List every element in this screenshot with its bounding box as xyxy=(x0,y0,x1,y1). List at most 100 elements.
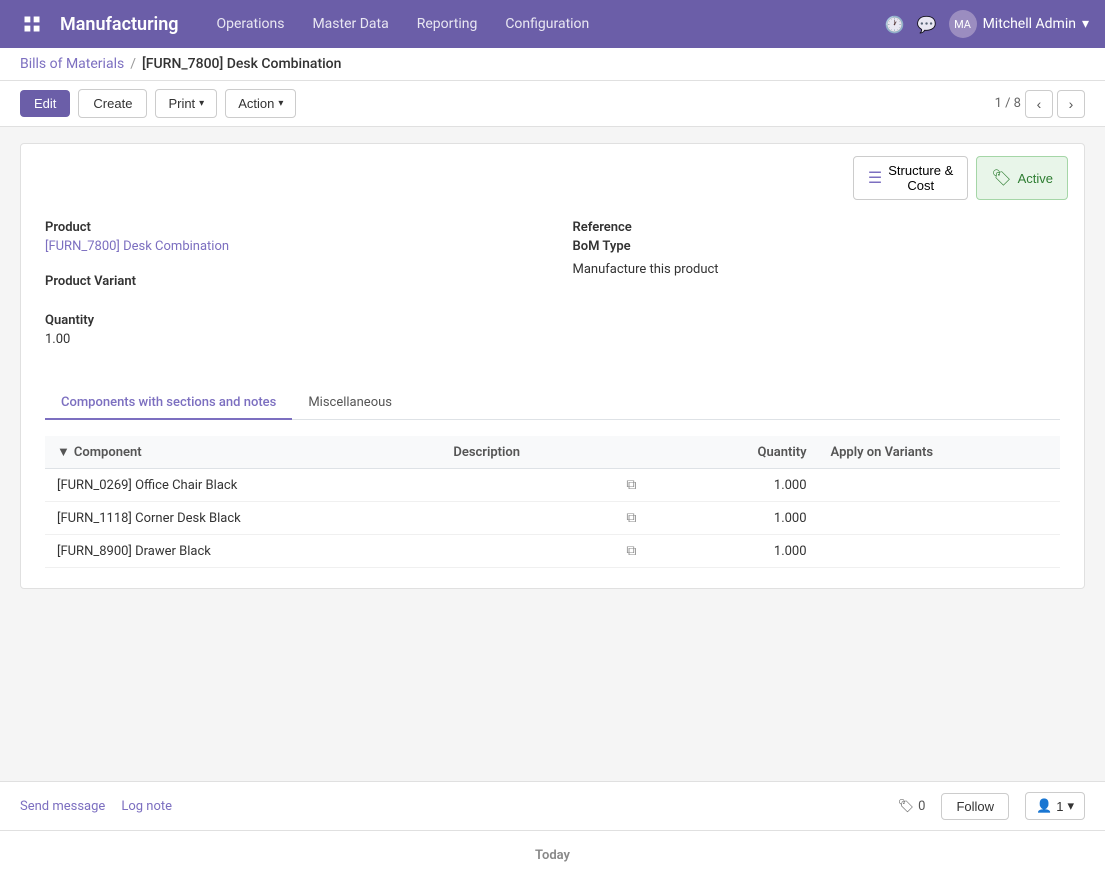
structure-cost-label: Structure &Cost xyxy=(888,163,953,193)
quantity-0: 1.000 xyxy=(679,469,818,502)
quantity-2: 1.000 xyxy=(679,535,818,568)
component-name-0[interactable]: [FURN_0269] Office Chair Black xyxy=(45,469,441,502)
tag-count-value: 0 xyxy=(918,799,925,814)
nav-operations[interactable]: Operations xyxy=(203,0,299,48)
copy-icon-0[interactable]: ⧉ xyxy=(614,469,679,502)
reference-bom-row: Reference BoM Type Manufacture this prod… xyxy=(573,220,1061,277)
breadcrumb-parent[interactable]: Bills of Materials xyxy=(20,56,124,72)
edit-button[interactable]: Edit xyxy=(20,90,70,117)
product-group: Product [FURN_7800] Desk Combination xyxy=(45,220,229,254)
action-button[interactable]: Action ▾ xyxy=(225,89,296,118)
col-description: Description xyxy=(441,436,614,469)
variants-0 xyxy=(819,469,1060,502)
clock-icon[interactable]: 🕐 xyxy=(885,15,905,34)
quantity-label: Quantity xyxy=(45,313,94,328)
bom-type-value: Manufacture this product xyxy=(573,262,719,277)
form-section: Product [FURN_7800] Desk Combination Pro… xyxy=(21,200,1084,387)
variants-1 xyxy=(819,502,1060,535)
follower-person-icon: 👤 xyxy=(1036,798,1052,814)
breadcrumb: Bills of Materials / [FURN_7800] Desk Co… xyxy=(20,56,1085,72)
active-label: Active xyxy=(1018,171,1053,186)
table-header-row: ▼ Component Description Quantity Apply o… xyxy=(45,436,1060,469)
tag-count: 🏷 0 xyxy=(898,799,926,814)
print-button[interactable]: Print ▾ xyxy=(155,89,217,118)
top-navigation: Manufacturing Operations Master Data Rep… xyxy=(0,0,1105,48)
followers-button[interactable]: 👤 1 ▾ xyxy=(1025,792,1085,820)
followers-count: 1 xyxy=(1056,799,1063,814)
user-name: Mitchell Admin xyxy=(983,16,1076,32)
create-button[interactable]: Create xyxy=(78,89,147,118)
tabs: Components with sections and notes Misce… xyxy=(45,387,1060,420)
action-label: Action xyxy=(238,96,274,111)
reference-label: Reference xyxy=(573,220,719,235)
sort-arrow-icon: ▼ xyxy=(57,444,70,460)
form-col-left: Product [FURN_7800] Desk Combination Pro… xyxy=(45,220,533,367)
component-table: ▼ Component Description Quantity Apply o… xyxy=(45,436,1060,568)
log-note-link[interactable]: Log note xyxy=(121,799,172,814)
user-menu[interactable]: MA Mitchell Admin ▾ xyxy=(949,10,1089,38)
breadcrumb-bar: Bills of Materials / [FURN_7800] Desk Co… xyxy=(0,48,1105,81)
component-table-wrapper: ▼ Component Description Quantity Apply o… xyxy=(21,420,1084,588)
today-section: Today xyxy=(0,830,1105,879)
chat-icon[interactable]: 💬 xyxy=(917,15,937,34)
print-caret-icon: ▾ xyxy=(199,98,204,109)
product-row: Product [FURN_7800] Desk Combination xyxy=(45,220,533,254)
print-label: Print xyxy=(168,96,195,111)
variant-group: Product Variant xyxy=(45,274,136,293)
tab-components[interactable]: Components with sections and notes xyxy=(45,387,292,420)
status-bar: ☰ Structure &Cost 🏷 Active xyxy=(21,144,1084,200)
quantity-1: 1.000 xyxy=(679,502,818,535)
avatar-initials: MA xyxy=(954,18,971,31)
record-card: ☰ Structure &Cost 🏷 Active Product [FURN… xyxy=(20,143,1085,589)
tag-icon: 🏷 xyxy=(898,799,915,814)
component-name-2[interactable]: [FURN_8900] Drawer Black xyxy=(45,535,441,568)
variant-label: Product Variant xyxy=(45,274,136,289)
component-name-1[interactable]: [FURN_1118] Corner Desk Black xyxy=(45,502,441,535)
toolbar: Edit Create Print ▾ Action ▾ 1 / 8 ‹ › xyxy=(0,81,1105,127)
pagination-text: 1 / 8 xyxy=(995,96,1021,111)
tab-miscellaneous[interactable]: Miscellaneous xyxy=(292,387,408,420)
main-content: ☰ Structure &Cost 🏷 Active Product [FURN… xyxy=(0,127,1105,781)
copy-icon-2[interactable]: ⧉ xyxy=(614,535,679,568)
product-value[interactable]: [FURN_7800] Desk Combination xyxy=(45,239,229,254)
variant-row: Product Variant xyxy=(45,274,533,293)
today-label: Today xyxy=(535,848,570,863)
quantity-row: Quantity 1.00 xyxy=(45,313,533,347)
nav-master-data[interactable]: Master Data xyxy=(298,0,402,48)
pagination-prev-button[interactable]: ‹ xyxy=(1025,90,1053,118)
reference-bom-group: Reference BoM Type Manufacture this prod… xyxy=(573,220,719,277)
action-caret-icon: ▾ xyxy=(278,98,283,109)
nav-configuration[interactable]: Configuration xyxy=(491,0,603,48)
pagination: 1 / 8 ‹ › xyxy=(995,90,1085,118)
bom-type-label: BoM Type xyxy=(573,239,719,254)
follow-button[interactable]: Follow xyxy=(941,793,1009,820)
form-col-right: Reference BoM Type Manufacture this prod… xyxy=(533,220,1061,367)
structure-cost-button[interactable]: ☰ Structure &Cost xyxy=(853,156,968,200)
app-grid-icon[interactable] xyxy=(16,8,48,40)
table-row: [FURN_1118] Corner Desk Black ⧉ 1.000 xyxy=(45,502,1060,535)
description-0 xyxy=(441,469,614,502)
user-avatar: MA xyxy=(949,10,977,38)
col-component[interactable]: ▼ Component xyxy=(45,436,441,469)
form-columns: Product [FURN_7800] Desk Combination Pro… xyxy=(45,220,1060,367)
pagination-next-button[interactable]: › xyxy=(1057,90,1085,118)
copy-icon-1[interactable]: ⧉ xyxy=(614,502,679,535)
send-message-link[interactable]: Send message xyxy=(20,799,105,814)
col-copy xyxy=(614,436,679,469)
description-2 xyxy=(441,535,614,568)
user-dropdown-icon: ▾ xyxy=(1082,16,1089,32)
description-1 xyxy=(441,502,614,535)
app-title: Manufacturing xyxy=(60,14,179,35)
product-label: Product xyxy=(45,220,229,235)
structure-icon: ☰ xyxy=(868,168,882,188)
col-quantity: Quantity xyxy=(679,436,818,469)
nav-reporting[interactable]: Reporting xyxy=(403,0,492,48)
quantity-group: Quantity 1.00 xyxy=(45,313,94,347)
col-apply-variants: Apply on Variants xyxy=(819,436,1060,469)
quantity-value: 1.00 xyxy=(45,332,94,347)
nav-right: 🕐 💬 MA Mitchell Admin ▾ xyxy=(885,10,1089,38)
variants-2 xyxy=(819,535,1060,568)
active-button[interactable]: 🏷 Active xyxy=(976,156,1068,200)
active-icon: 🏷 xyxy=(991,168,1011,188)
chatter-bar: Send message Log note 🏷 0 Follow 👤 1 ▾ xyxy=(0,781,1105,830)
